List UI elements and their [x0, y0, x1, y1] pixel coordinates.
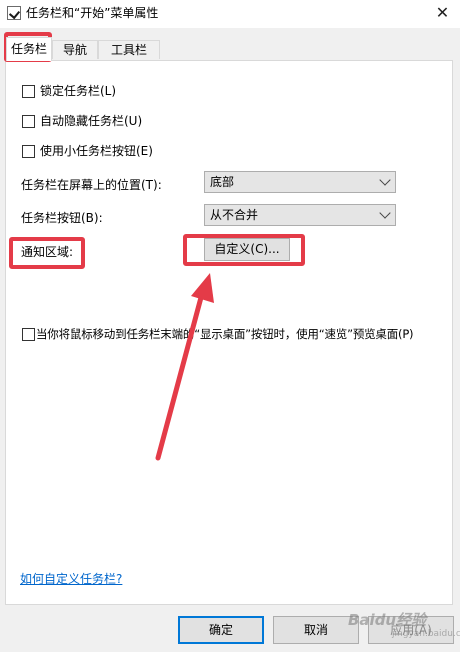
watermark-subtext: jingyan.baidu.com: [392, 629, 460, 639]
tab-taskbar[interactable]: 任务栏: [6, 37, 52, 61]
baidu-watermark: Baidu经验 jingyan.baidu.com: [340, 601, 460, 645]
watermark-logo-text: Baidu经验: [348, 611, 427, 629]
annotation-arrow: [155, 273, 214, 461]
